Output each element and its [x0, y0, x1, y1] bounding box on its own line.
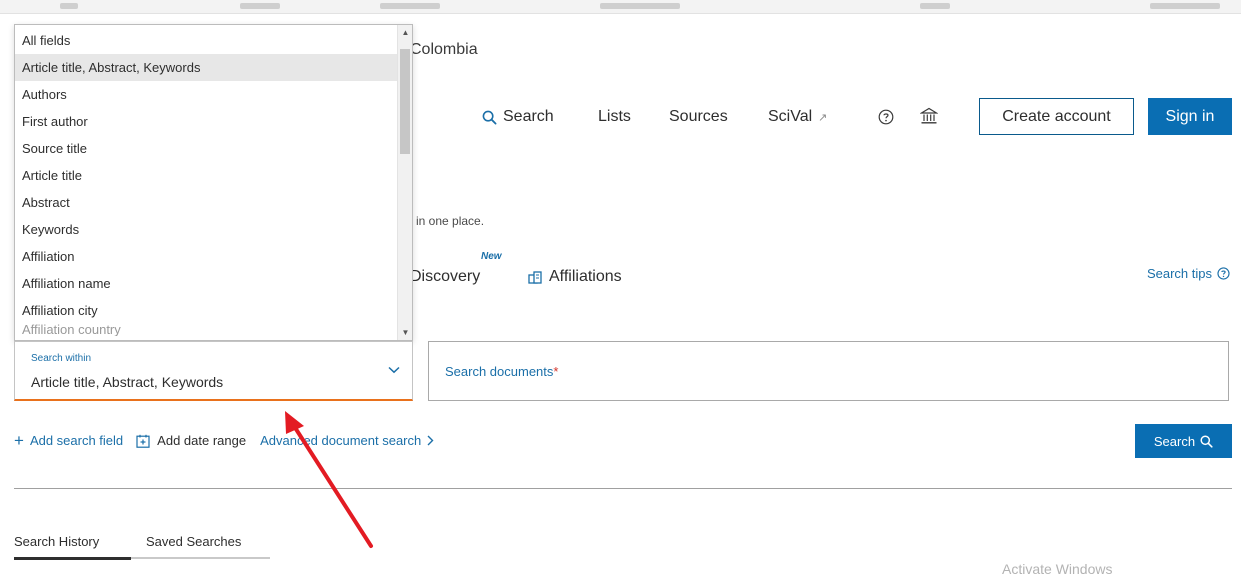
search-within-dropdown-list[interactable]: All fields Article title, Abstract, Keyw…: [14, 24, 413, 341]
scroll-up-icon[interactable]: ▲: [398, 28, 412, 37]
search-actions-row: + Add search field Add date range Advanc…: [14, 432, 434, 449]
magnifier-icon: [482, 110, 497, 124]
advanced-document-search-link[interactable]: Advanced document search: [260, 433, 434, 448]
tab-affiliations-label: Affiliations: [549, 268, 622, 285]
dropdown-option[interactable]: Source title: [15, 135, 398, 162]
nav-sources-link[interactable]: Sources: [669, 108, 728, 126]
magnifier-icon: [1200, 434, 1213, 448]
nav-search-label: Search: [503, 108, 554, 125]
scroll-down-icon[interactable]: ▼: [398, 328, 412, 337]
nav-scival-link[interactable]: SciVal ↗: [768, 108, 827, 126]
dropdown-option[interactable]: Keywords: [15, 216, 398, 243]
search-tips-link[interactable]: Search tips: [1147, 266, 1230, 281]
active-tab-indicator: [14, 557, 131, 560]
dropdown-option[interactable]: Abstract: [15, 189, 398, 216]
dropdown-scrollbar[interactable]: ▲ ▼: [397, 25, 412, 340]
add-search-field-label: Add search field: [29, 433, 124, 448]
strip-mark: [920, 3, 950, 9]
brand-text: Colombia: [410, 41, 478, 58]
dropdown-option[interactable]: Affiliation country: [15, 324, 398, 336]
dropdown-option-selected[interactable]: Article title, Abstract, Keywords: [15, 54, 398, 81]
strip-mark: [60, 3, 78, 9]
search-within-select[interactable]: Search within Article title, Abstract, K…: [14, 341, 413, 401]
dropdown-option[interactable]: Affiliation name: [15, 270, 398, 297]
search-within-value: Article title, Abstract, Keywords: [31, 374, 224, 390]
tab-affiliations[interactable]: Affiliations: [528, 268, 622, 286]
section-divider: [14, 488, 1232, 489]
dropdown-option[interactable]: Authors: [15, 81, 398, 108]
advanced-search-label: Advanced document search: [260, 433, 422, 448]
dropdown-options: All fields Article title, Abstract, Keyw…: [15, 27, 398, 336]
nav-scival-label: SciVal: [768, 108, 813, 125]
add-date-range-label: Add date range: [157, 433, 247, 448]
nav-lists-link[interactable]: Lists: [598, 108, 631, 126]
plus-icon: +: [14, 431, 24, 450]
building-icon: [528, 270, 542, 284]
add-search-field-link[interactable]: + Add search field: [14, 432, 123, 449]
tab-saved-searches[interactable]: Saved Searches: [146, 534, 241, 549]
dropdown-option[interactable]: First author: [15, 108, 398, 135]
browser-top-strip: [0, 0, 1241, 14]
new-badge: New: [481, 251, 502, 262]
sign-in-button[interactable]: Sign in: [1148, 98, 1232, 135]
question-circle-icon[interactable]: [878, 109, 894, 125]
create-account-button[interactable]: Create account: [979, 98, 1134, 135]
tab-search-history[interactable]: Search History: [14, 534, 99, 549]
search-within-label: Search within: [31, 353, 92, 364]
chevron-right-icon: [427, 435, 434, 446]
external-link-icon: ↗: [818, 111, 828, 124]
strip-mark: [240, 3, 280, 9]
search-button-label: Search: [1153, 433, 1196, 449]
dropdown-option[interactable]: Affiliation: [15, 243, 398, 270]
chevron-down-icon: [388, 366, 400, 374]
question-circle-icon: [1217, 267, 1230, 280]
tab-discovery[interactable]: Discovery: [410, 268, 480, 286]
search-tips-label: Search tips: [1146, 266, 1212, 281]
strip-mark: [1150, 3, 1220, 9]
activate-windows-watermark: Activate Windows: [1002, 561, 1113, 575]
dropdown-option[interactable]: Article title: [15, 162, 398, 189]
calendar-icon: [136, 434, 150, 448]
add-date-range-link[interactable]: Add date range: [136, 433, 246, 448]
institution-icon[interactable]: [920, 107, 938, 125]
scrollbar-thumb[interactable]: [400, 49, 410, 154]
nav-search-link[interactable]: Search: [482, 108, 554, 126]
strip-mark: [380, 3, 440, 9]
search-button[interactable]: Search: [1135, 424, 1232, 458]
dropdown-option[interactable]: Affiliation city: [15, 297, 398, 324]
hero-tagline: l in one place.: [410, 214, 485, 228]
search-documents-input[interactable]: [428, 341, 1229, 401]
dropdown-option[interactable]: All fields: [15, 27, 398, 54]
strip-mark: [600, 3, 680, 9]
